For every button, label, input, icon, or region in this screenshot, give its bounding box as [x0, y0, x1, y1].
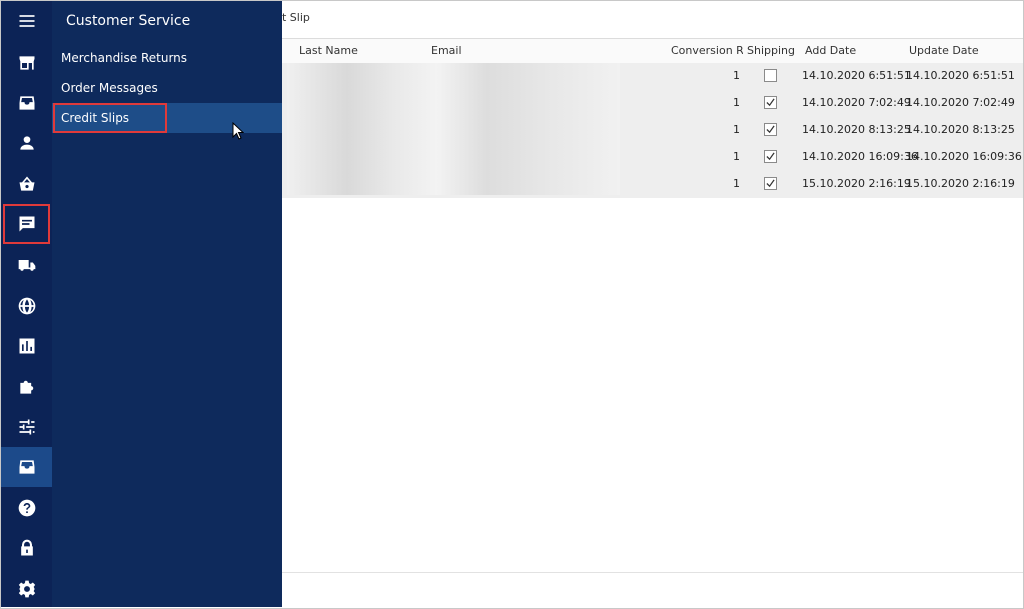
menu-item-credit-slips[interactable]: Credit Slips — [52, 103, 282, 133]
cell-update-date: 14.10.2020 8:13:25 — [906, 123, 1015, 136]
cell-add-date: 14.10.2020 16:09:36 — [802, 150, 918, 163]
basket-icon[interactable] — [1, 164, 52, 204]
column-header-add-date[interactable]: Add Date — [805, 44, 856, 57]
mouse-cursor-icon — [232, 122, 244, 140]
sliders-icon[interactable] — [1, 407, 52, 447]
check-icon — [766, 152, 775, 161]
icon-rail — [1, 1, 52, 607]
puzzle-icon[interactable] — [1, 367, 52, 407]
flyout-menu: Merchandise Returns Order Messages Credi… — [52, 43, 282, 133]
flyout-title: Customer Service — [66, 13, 191, 29]
blurred-customer-details — [287, 63, 620, 195]
cell-update-date: 14.10.2020 16:09:36 — [906, 150, 1022, 163]
column-header-shipping[interactable]: Shipping — [747, 44, 795, 57]
inbox-icon-active[interactable] — [1, 447, 52, 487]
person-icon[interactable] — [1, 123, 52, 163]
check-icon — [766, 179, 775, 188]
column-header-email[interactable]: Email — [431, 44, 462, 57]
globe-icon[interactable] — [1, 286, 52, 326]
shipping-checkbox[interactable] — [764, 96, 777, 109]
cell-conversion-rate: 1 — [733, 150, 740, 163]
shipping-checkbox[interactable] — [764, 150, 777, 163]
inbox-icon[interactable] — [1, 83, 52, 123]
cell-update-date: 15.10.2020 2:16:19 — [906, 177, 1015, 190]
cell-add-date: 14.10.2020 8:13:25 — [802, 123, 911, 136]
shipping-checkbox[interactable] — [764, 123, 777, 136]
shipping-checkbox[interactable] — [764, 177, 777, 190]
cell-update-date: 14.10.2020 6:51:51 — [906, 69, 1015, 82]
cell-conversion-rate: 1 — [733, 96, 740, 109]
cell-add-date: 14.10.2020 6:51:51 — [802, 69, 911, 82]
customer-service-flyout: Customer Service Merchandise Returns Ord… — [52, 1, 282, 607]
check-icon — [766, 125, 775, 134]
menu-item-merchandise-returns[interactable]: Merchandise Returns — [52, 43, 282, 73]
cell-add-date: 15.10.2020 2:16:19 — [802, 177, 911, 190]
cell-add-date: 14.10.2020 7:02:49 — [802, 96, 911, 109]
grid-footer-divider — [282, 572, 1023, 573]
cell-conversion-rate: 1 — [733, 123, 740, 136]
column-header-last-name[interactable]: Last Name — [299, 44, 358, 57]
column-header-conversion-rate[interactable]: Conversion Ra — [671, 44, 743, 57]
help-icon[interactable] — [1, 488, 52, 528]
menu-item-order-messages[interactable]: Order Messages — [52, 73, 282, 103]
check-icon — [766, 98, 775, 107]
cell-conversion-rate: 1 — [733, 69, 740, 82]
page-title: t Slip — [282, 11, 310, 24]
truck-icon[interactable] — [1, 245, 52, 285]
lock-icon[interactable] — [1, 528, 52, 568]
cell-conversion-rate: 1 — [733, 177, 740, 190]
store-icon[interactable] — [1, 43, 52, 83]
chart-icon[interactable] — [1, 326, 52, 366]
grid-header: Last Name Email Conversion Ra Shipping A… — [282, 38, 1023, 64]
gear-icon[interactable] — [1, 569, 52, 609]
cell-update-date: 14.10.2020 7:02:49 — [906, 96, 1015, 109]
column-header-update-date[interactable]: Update Date — [909, 44, 979, 57]
customer-service-icon[interactable] — [3, 204, 50, 244]
shipping-checkbox[interactable] — [764, 69, 777, 82]
credit-slips-grid-area: t Slip Last Name Email Conversion Ra Shi… — [282, 1, 1023, 607]
menu-icon[interactable] — [1, 1, 52, 41]
